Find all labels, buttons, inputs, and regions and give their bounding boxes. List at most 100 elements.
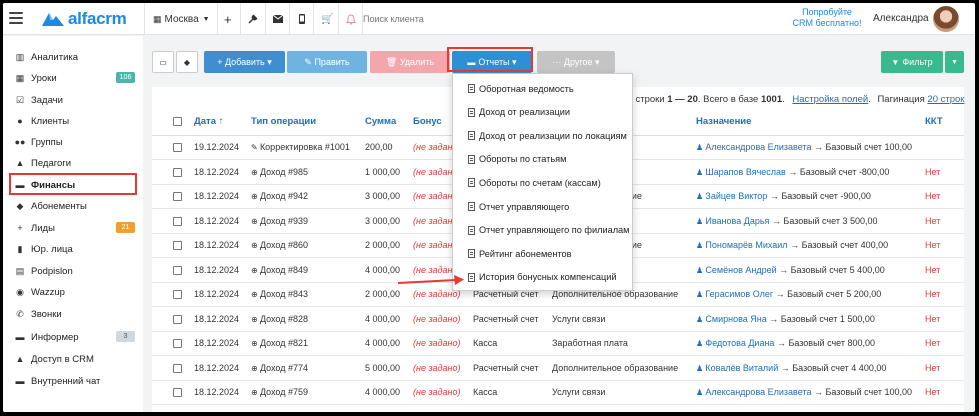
table-row[interactable]: 18.12.2024 ⊕ Доход #821 4 000,00 (не задано… <box>152 331 964 356</box>
person-link[interactable]: Иванова Дарья <box>705 216 769 226</box>
op-label[interactable]: Доход #985 <box>260 167 308 177</box>
document-icon <box>468 272 475 282</box>
add-button[interactable]: + Добавить ▾ <box>204 51 285 73</box>
add-icon[interactable]: + <box>224 3 232 35</box>
filter-dropdown-button[interactable]: ▼ <box>945 51 964 73</box>
row-checkbox[interactable] <box>173 167 182 177</box>
sidebar-item-3[interactable]: ☑ Задачи <box>3 89 143 111</box>
report-item-1[interactable]: Оборотная ведомость <box>453 77 634 100</box>
report-item-5[interactable]: Обороты по счетам (кассам) <box>453 171 634 194</box>
mail-icon[interactable] <box>273 3 283 35</box>
row-checkbox[interactable] <box>173 216 182 226</box>
row-checkbox[interactable] <box>173 363 182 373</box>
sidebar-item-1[interactable]: ▥ Аналитика <box>3 46 143 68</box>
settings-link[interactable]: Настройка полей <box>792 94 868 105</box>
sidebar-item-8[interactable]: ◆ Абонементы <box>3 195 143 217</box>
sidebar-item-15[interactable]: ▲ Доступ в CRM <box>3 348 143 370</box>
row-checkbox[interactable] <box>173 290 182 300</box>
row-checkbox[interactable] <box>173 192 182 202</box>
avatar[interactable] <box>933 6 959 32</box>
pagination-link[interactable]: 20 строк <box>927 94 964 105</box>
table-row[interactable]: 18.12.2024 ⊕ Доход #759 4 000,00 (не задано… <box>152 380 964 405</box>
person-link[interactable]: Зайцев Виктор <box>705 191 767 201</box>
person-link[interactable]: Александрова Елизавета <box>705 387 811 397</box>
info-bar: ы строки 1 — 20. Всего в базе 1001. Наст… <box>626 94 965 105</box>
sidebar-item-16[interactable]: ▬ Внутренний чат <box>3 370 143 392</box>
report-item-9[interactable]: История бонусных компенсаций <box>453 266 634 289</box>
person-link[interactable]: Федотова Диана <box>705 338 774 348</box>
row-checkbox[interactable] <box>173 388 182 398</box>
person-link[interactable]: Герасимов Олег <box>705 289 773 299</box>
branch-selector[interactable]: ▦ Москва ▼ <box>153 3 210 35</box>
other-button[interactable]: ··· Другое ▾ <box>537 51 615 73</box>
op-label[interactable]: Доход #860 <box>260 240 308 250</box>
op-label[interactable]: Доход #821 <box>260 338 308 348</box>
row-checkbox[interactable] <box>173 314 182 324</box>
col-op-type[interactable]: Тип операции <box>251 109 365 136</box>
sidebar-item-4[interactable]: ● Клиенты <box>3 110 143 132</box>
account-cell: Касса <box>473 380 552 405</box>
op-label[interactable]: Доход #849 <box>260 265 308 275</box>
delete-button[interactable]: 🗑 Удалить <box>370 51 450 73</box>
sidebar-item-10[interactable]: ▮ Юр. лица <box>3 238 143 260</box>
row-select-cell <box>152 135 194 160</box>
person-link[interactable]: Смирнова Яна <box>705 314 766 324</box>
row-checkbox[interactable] <box>173 241 182 251</box>
sidebar-item-5[interactable]: ●● Группы <box>3 131 143 153</box>
sidebar-item-6[interactable]: ▲ Педагоги <box>3 152 143 174</box>
cart-icon[interactable]: 🛒 <box>321 3 333 35</box>
op-label[interactable]: Корректировка #1001 <box>260 142 350 152</box>
report-item-2[interactable]: Доход от реализации <box>453 101 634 124</box>
op-label[interactable]: Доход #843 <box>260 289 308 299</box>
table-row[interactable]: 18.12.2024 ⊕ Доход #774 5 000,00 (не задано… <box>152 355 964 381</box>
sidebar-item-13[interactable]: ✆ Звонки <box>3 303 143 325</box>
sum-cell: 2 000,00 <box>365 233 413 258</box>
edit-button[interactable]: ✎ Править <box>287 51 367 73</box>
sidebar-item-12[interactable]: ◉ Wazzup <box>3 281 143 303</box>
logo[interactable]: alfacrm <box>41 9 127 29</box>
row-checkbox[interactable] <box>173 265 182 275</box>
sidebar-item-2[interactable]: ▦ Уроки 106 <box>3 67 143 89</box>
try-crm-link[interactable]: Попробуйте CRM бесплатно! <box>787 7 867 29</box>
person-link[interactable]: Александрова Елизавета <box>705 142 811 152</box>
wrench-icon[interactable] <box>248 3 258 35</box>
person-link[interactable]: Шарапов Вячеслав <box>705 167 785 177</box>
col-sum[interactable]: Сумма <box>365 109 413 136</box>
phone-icon[interactable] <box>299 3 305 35</box>
person-link[interactable]: Ковалёв Виталий <box>705 363 778 373</box>
report-item-6[interactable]: Отчет управляющего <box>453 195 634 218</box>
menu-icon[interactable] <box>9 12 23 24</box>
col-date[interactable]: Дата ↑ <box>194 109 251 136</box>
person-link[interactable]: Семёнов Андрей <box>705 265 776 275</box>
op-label[interactable]: Доход #828 <box>260 314 308 324</box>
report-item-4[interactable]: Обороты по статьям <box>453 148 634 171</box>
subscription-icon: ◆ <box>16 200 24 211</box>
filter-button[interactable]: ▼ Фильтр <box>881 51 943 73</box>
report-item-7[interactable]: Отчет управляющего по филиалам <box>453 219 634 242</box>
view-table-button[interactable]: ▭ <box>152 51 174 73</box>
logo-mark-icon <box>42 13 64 26</box>
col-kkt[interactable]: ККТ <box>925 109 964 136</box>
user-name[interactable]: Александра <box>873 13 929 24</box>
col-destination[interactable]: Назначение <box>696 109 925 136</box>
report-item-8[interactable]: Рейтинг абонементов <box>453 242 634 265</box>
view-tag-button[interactable]: ◆ <box>176 51 198 73</box>
search-input[interactable] <box>363 10 643 28</box>
op-label[interactable]: Доход #939 <box>260 216 308 226</box>
row-checkbox[interactable] <box>173 143 182 153</box>
op-label[interactable]: Доход #774 <box>260 363 308 373</box>
kkt-cell: Нет <box>925 282 964 307</box>
person-link[interactable]: Пономарёв Михаил <box>705 240 787 250</box>
destination-account: Базовый счет 3 500,00 <box>783 215 878 226</box>
sidebar-item-11[interactable]: ▤ Podpislon <box>3 260 143 282</box>
sidebar-item-9[interactable]: + Лиды 21 <box>3 217 143 239</box>
select-all-checkbox[interactable] <box>173 117 182 127</box>
table-row[interactable]: 18.12.2024 ⊕ Доход #828 4 000,00 (не задано… <box>152 306 964 332</box>
document-icon <box>468 107 475 117</box>
report-item-3[interactable]: Доход от реализации по локациям <box>453 124 634 147</box>
op-label[interactable]: Доход #759 <box>260 387 308 397</box>
row-checkbox[interactable] <box>173 339 182 349</box>
sidebar-item-14[interactable]: ▬ Информер 3 <box>3 326 143 348</box>
op-label[interactable]: Доход #942 <box>260 191 308 201</box>
bell-icon[interactable] <box>346 3 356 35</box>
